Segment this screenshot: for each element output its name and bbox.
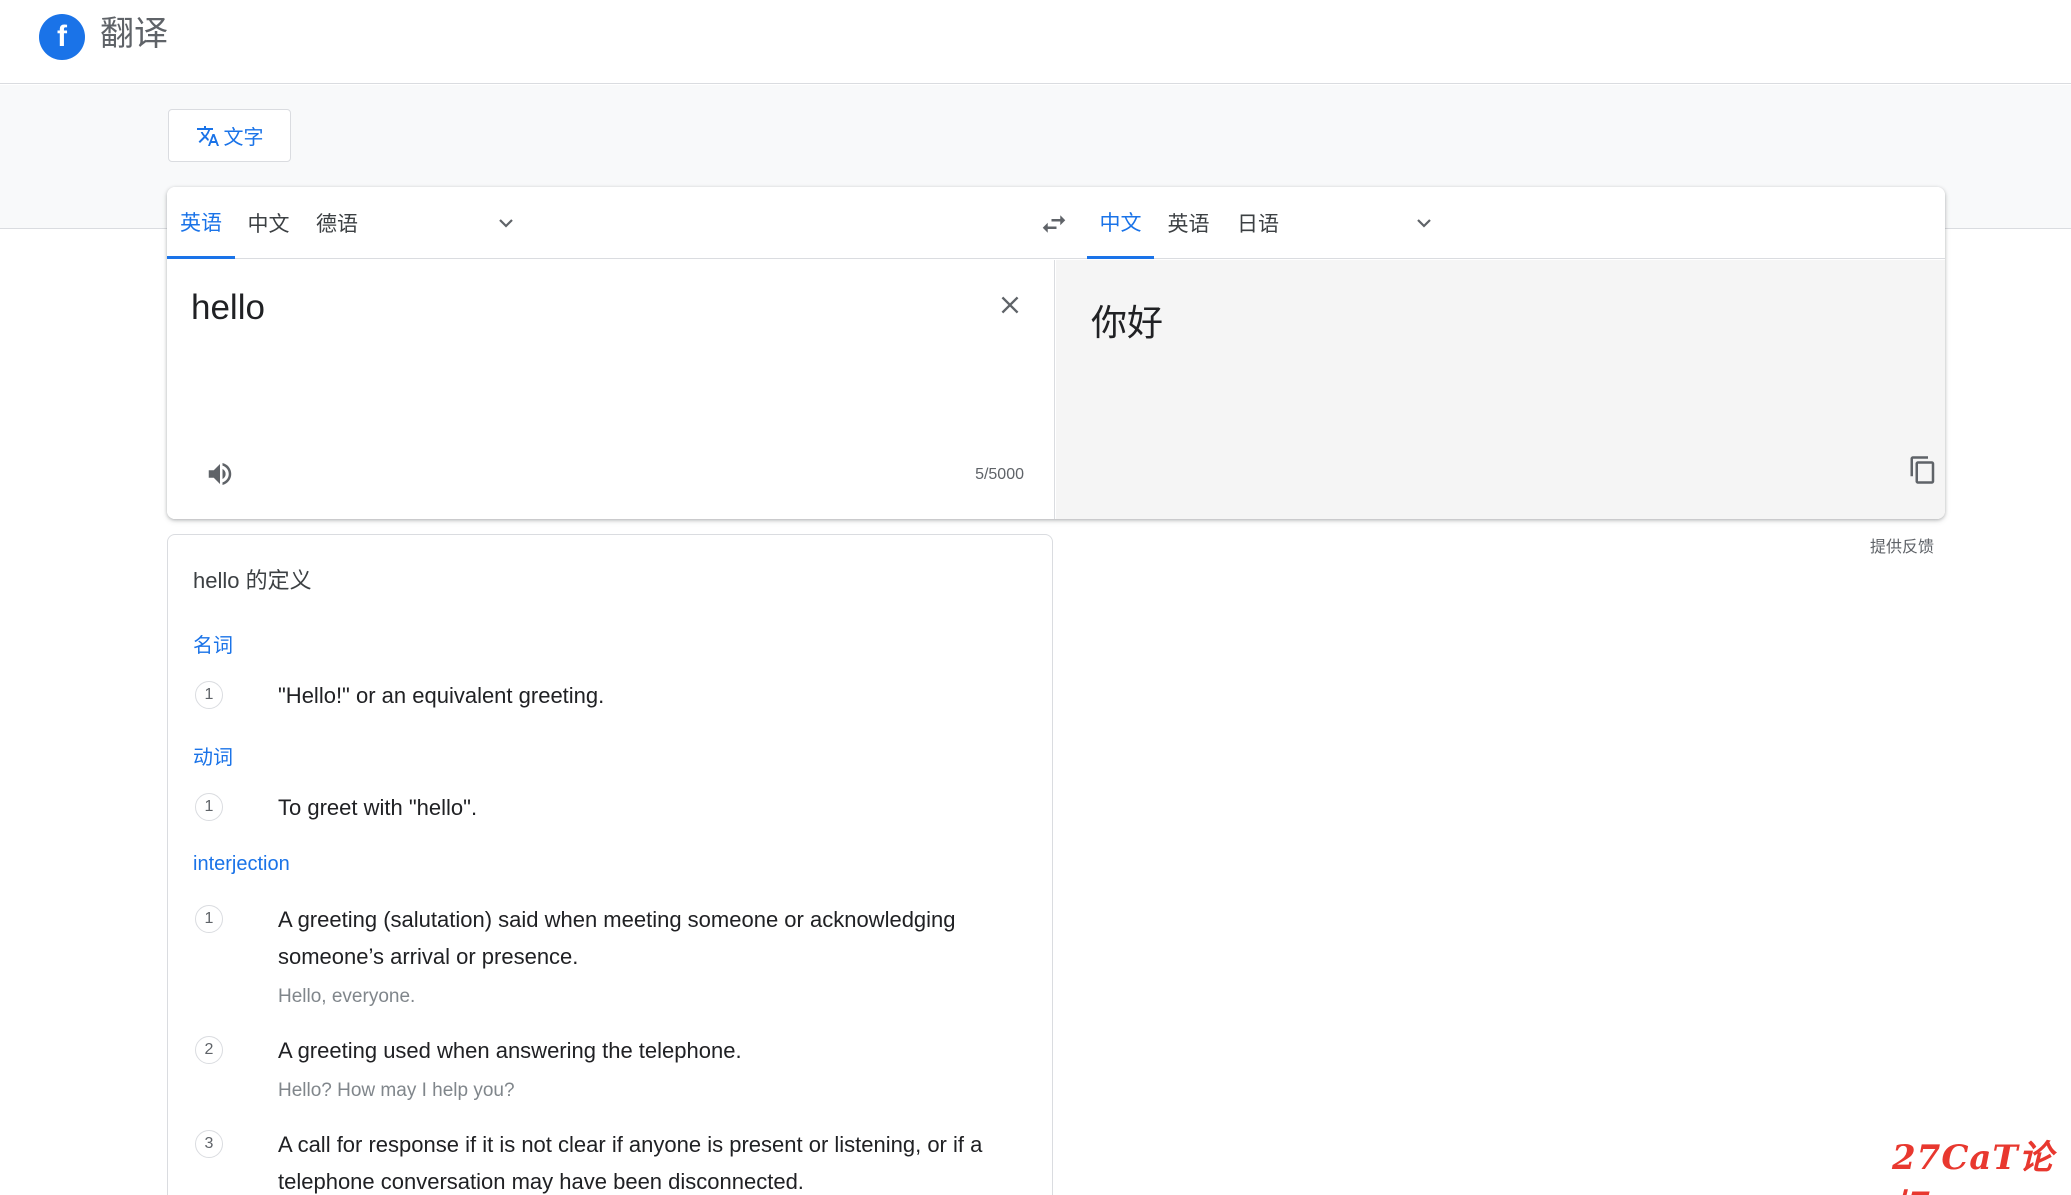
send-feedback-link[interactable]: 提供反馈 — [1870, 533, 1934, 557]
definition-text: A call for response if it is not clear i… — [278, 1132, 983, 1194]
translate-icon — [196, 125, 219, 146]
source-text-input[interactable]: hello — [191, 288, 265, 328]
definition-text: To greet with "hello". — [278, 795, 478, 820]
definition-text: "Hello!" or an equivalent greeting. — [278, 683, 605, 708]
close-icon — [1001, 296, 1019, 314]
definition-number: 2 — [195, 1036, 223, 1064]
source-language-dropdown[interactable] — [488, 205, 524, 241]
source-tab-german[interactable]: 德语 — [302, 187, 372, 259]
definitions-panel: hello 的定义 名词 1 "Hello!" or an equivalent… — [167, 534, 1053, 1195]
definition-number: 1 — [195, 681, 223, 709]
target-tab-chinese[interactable]: 中文 — [1087, 187, 1154, 259]
clear-source-button[interactable] — [990, 285, 1030, 325]
listen-button[interactable] — [200, 454, 240, 494]
definition-example: Hello, everyone. — [278, 986, 416, 1007]
source-panel[interactable]: hello 5/5000 — [167, 260, 1055, 519]
definition-text: A greeting (salutation) said when meetin… — [278, 907, 956, 969]
definition-text: A greeting used when answering the telep… — [278, 1038, 742, 1063]
language-bar: 英语 中文 德语 中文 英语 日语 — [167, 187, 1945, 259]
forum-watermark: 27CaT论坛 — [1892, 1138, 2054, 1195]
chevron-down-icon — [499, 219, 513, 228]
part-of-speech-interjection: interjection — [193, 853, 290, 875]
app-title: 翻译 — [100, 15, 168, 53]
text-mode-label: 文字 — [223, 127, 264, 149]
source-tab-english[interactable]: 英语 — [167, 187, 235, 259]
target-panel: 你好 — [1056, 260, 1945, 519]
source-tab-chinese[interactable]: 中文 — [235, 187, 302, 259]
chevron-down-icon — [1417, 219, 1431, 228]
definition-number: 3 — [195, 1130, 223, 1158]
translator-card: 英语 中文 德语 中文 英语 日语 hello 5/5000 你好 — [167, 187, 1945, 519]
character-count: 5/5000 — [975, 466, 1024, 483]
target-language-dropdown[interactable] — [1406, 205, 1442, 241]
part-of-speech-verb: 动词 — [193, 747, 233, 769]
speaker-icon — [208, 463, 232, 485]
logo-letter: f — [57, 20, 67, 53]
definition-number: 1 — [195, 793, 223, 821]
definition-example: Hello? How may I help you? — [278, 1080, 515, 1101]
translation-output: 你好 — [1091, 302, 1164, 343]
part-of-speech-noun: 名词 — [193, 635, 233, 657]
swap-languages-button[interactable] — [1035, 205, 1073, 243]
text-mode-button[interactable]: 文字 — [168, 109, 291, 162]
copy-translation-button[interactable] — [1903, 450, 1943, 490]
definitions-title: hello 的定义 — [193, 568, 312, 593]
app-logo-icon[interactable]: f — [39, 14, 85, 60]
swap-icon — [1042, 215, 1066, 233]
target-tab-japanese[interactable]: 日语 — [1223, 187, 1293, 259]
target-tab-english[interactable]: 英语 — [1154, 187, 1223, 259]
app-header: f 翻译 — [0, 0, 2071, 84]
copy-icon — [1910, 456, 1935, 484]
definition-number: 1 — [195, 905, 223, 933]
